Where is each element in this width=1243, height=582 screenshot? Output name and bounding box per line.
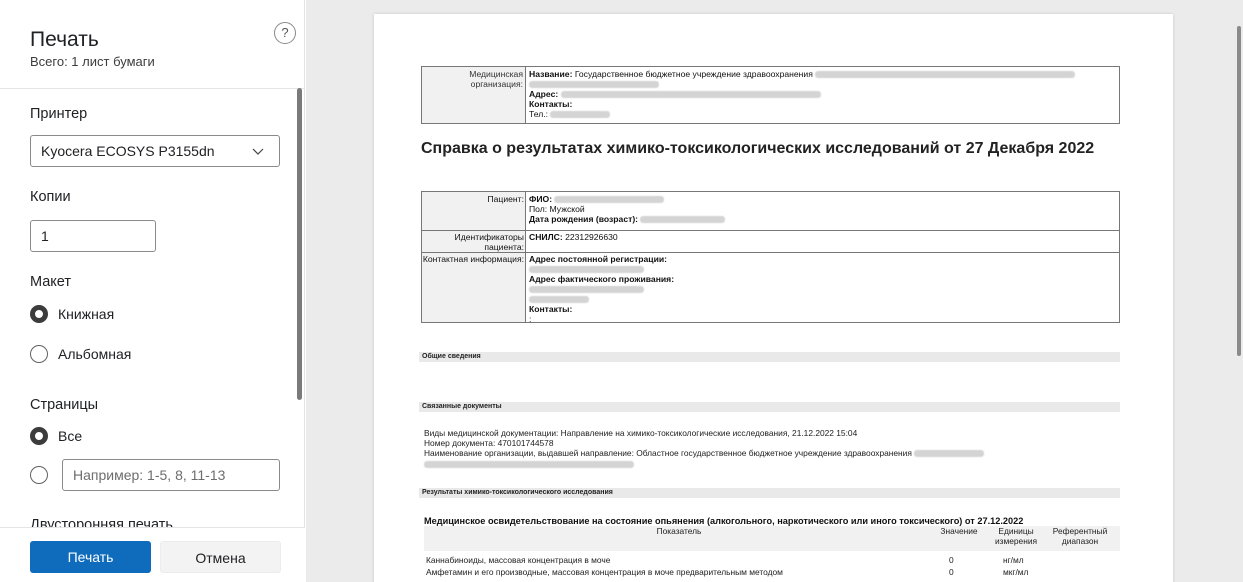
pages-label: Страницы (30, 397, 99, 413)
redacted-block (554, 196, 665, 204)
section-results: Результаты химико-токсикологического исс… (419, 488, 1120, 498)
layout-landscape-label: Альбомная (58, 346, 132, 362)
org-address-label: Адрес: (529, 89, 559, 99)
printer-value: Kyocera ECOSYS P3155dn (41, 143, 215, 159)
print-preview[interactable]: Медицинская организация: Название: Госуд… (306, 0, 1243, 582)
radio-unchecked-icon[interactable] (30, 466, 48, 484)
result-row-1-units: нг/мл (1003, 555, 1024, 565)
reg-address-label: Адрес постоянной регистрации: (529, 254, 668, 264)
sheet-count: Всего: 1 лист бумаги (30, 54, 155, 69)
header-indicator: Показатель (656, 526, 702, 536)
patient-contacts-label: Контакты: (529, 304, 573, 314)
redacted-block (529, 286, 644, 294)
layout-portrait-label: Книжная (58, 306, 115, 322)
redacted-block (550, 111, 611, 119)
patient-contacts-value: : (529, 314, 532, 324)
header-value: Значение (940, 526, 978, 536)
help-icon[interactable]: ? (274, 22, 296, 44)
org-phone-label: Тел.: (529, 109, 549, 119)
org-name-value: Государственное бюджетное учреждение здр… (574, 69, 813, 79)
contact-label: Контактная информация: (422, 254, 524, 264)
patient-details: ФИО: Пол: Мужской Дата рождения (возраст… (527, 192, 726, 224)
results-title: Медицинское освидетельствование на состо… (424, 516, 1024, 526)
organization-table: Медицинская организация: Название: Госуд… (421, 66, 1120, 124)
cancel-button[interactable]: Отмена (160, 541, 281, 573)
related-line-2: Номер документа: 470101744578 (424, 438, 554, 448)
related-line-3: Наименование организации, выдавшей напра… (424, 448, 985, 458)
patient-sex: Пол: Мужской (529, 204, 585, 214)
pages-custom-option[interactable] (30, 465, 58, 485)
header-reference: Референтный диапазон (1052, 526, 1108, 546)
contact-details: Адрес постоянной регистрации: Адрес факт… (527, 252, 674, 324)
ids-label: Идентификаторы пациента: (454, 232, 524, 252)
dob-label: Дата рождения (возраст): (529, 214, 639, 224)
print-button[interactable]: Печать (30, 541, 151, 573)
document-title: Справка о результатах химико-токсикологи… (421, 140, 1095, 157)
radio-checked-icon[interactable] (30, 305, 48, 323)
radio-checked-icon[interactable] (30, 427, 48, 445)
redacted-block (529, 81, 659, 89)
snils-label: СНИЛС: (529, 232, 563, 242)
result-row-2-value: 0 (949, 567, 954, 577)
related-line-4 (424, 459, 634, 469)
result-row-2-units: мкг/мл (1003, 567, 1029, 577)
patient-label: Пациент: (487, 194, 524, 204)
redacted-block (914, 450, 985, 458)
pages-all-label: Все (58, 428, 83, 444)
printer-select[interactable]: Kyocera ECOSYS P3155dn (30, 135, 280, 167)
patient-table: Пациент: ФИО: Пол: Мужской Дата рождения… (421, 191, 1120, 324)
redacted-block (640, 216, 726, 224)
copies-input[interactable]: 1 (30, 220, 156, 252)
org-contacts-label: Контакты: (529, 99, 573, 109)
ids-details: СНИЛС: 22312926630 (527, 230, 618, 242)
org-label: Медицинская организация: (422, 67, 526, 123)
panel-scrollbar[interactable] (297, 88, 302, 400)
result-row-1-value: 0 (949, 555, 954, 565)
pages-range-input[interactable]: Например: 1-5, 8, 11-13 (62, 459, 280, 491)
fact-address-label: Адрес фактического проживания: (529, 274, 675, 284)
header-units: Единицы измерения (994, 526, 1038, 546)
preview-page: Медицинская организация: Название: Госуд… (374, 14, 1173, 582)
pages-all-option[interactable]: Все (30, 426, 82, 446)
result-row-1-indicator: Каннабиноиды, массовая концентрация в мо… (426, 555, 611, 565)
redacted-block (529, 296, 589, 304)
org-name-label: Название: (529, 69, 573, 79)
section-general: Общие сведения (419, 352, 1120, 362)
layout-portrait-option[interactable]: Книжная (30, 304, 114, 324)
redacted-block (424, 461, 634, 469)
preview-scrollbar[interactable] (1237, 26, 1241, 356)
radio-unchecked-icon[interactable] (30, 345, 48, 363)
section-related: Связанные документы (419, 402, 1120, 412)
layout-label: Макет (30, 274, 72, 290)
printer-label: Принтер (30, 106, 88, 122)
duplex-label: Двусторонняя печать (30, 517, 173, 527)
related-line-3-text: Наименование организации, выдавшей напра… (424, 448, 912, 458)
panel-title: Печать (30, 28, 99, 51)
related-line-1: Виды медицинской документации: Направлен… (424, 428, 858, 438)
print-settings-panel: Печать Всего: 1 лист бумаги ? Принтер Ky… (0, 0, 305, 582)
chevron-down-icon (252, 148, 264, 155)
fio-label: ФИО: (529, 194, 553, 204)
redacted-block (529, 266, 644, 274)
action-bar: Печать Отмена (0, 527, 305, 582)
snils-value: 22312926630 (565, 232, 618, 242)
layout-landscape-option[interactable]: Альбомная (30, 344, 131, 364)
redacted-block (560, 91, 821, 99)
org-details: Название: Государственное бюджетное учре… (527, 67, 1117, 119)
settings-scroll-area[interactable]: Принтер Kyocera ECOSYS P3155dn Копии 1 М… (0, 89, 305, 527)
redacted-block (815, 71, 1076, 79)
result-row-2-indicator: Амфетамин и его производные, массовая ко… (426, 567, 783, 577)
copies-label: Копии (30, 189, 71, 205)
